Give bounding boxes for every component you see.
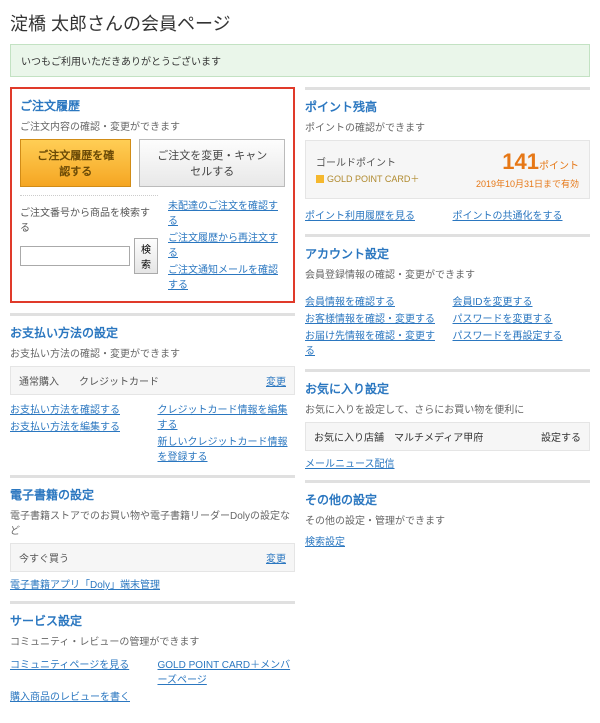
order-link-notify-mail[interactable]: ご注文通知メールを確認する — [168, 265, 278, 291]
confirm-order-button[interactable]: ご注文履歴を確認する — [20, 139, 131, 187]
welcome-notice: いつもご利用いただきありがとうございます — [10, 44, 590, 77]
order-link-reorder[interactable]: ご注文履歴から再注文する — [168, 233, 278, 259]
account-section: アカウント設定 会員登録情報の確認・変更ができます 会員情報を確認する お客様情… — [305, 234, 590, 369]
service-title: サービス設定 — [10, 612, 295, 629]
order-number-input[interactable] — [20, 246, 130, 266]
gold-point-label: ゴールドポイント — [316, 154, 419, 169]
ebook-change-link[interactable]: 変更 — [266, 550, 286, 565]
account-link-pw-reset[interactable]: パスワードを再設定する — [453, 331, 563, 342]
ebook-title: 電子書籍の設定 — [10, 486, 295, 503]
service-section: サービス設定 コミュニティ・レビューの管理ができます コミュニティページを見る … — [10, 601, 295, 713]
order-history-sub: ご注文内容の確認・変更ができます — [20, 118, 285, 133]
page-title: 淀橋 太郎さんの会員ページ — [10, 10, 590, 36]
payment-link-cc-new[interactable]: 新しいクレジットカード情報を登録する — [158, 437, 288, 463]
order-history-highlight: ご注文履歴 ご注文内容の確認・変更ができます ご注文履歴を確認する ご注文を変更… — [10, 87, 295, 303]
other-search-setting-link[interactable]: 検索設定 — [305, 537, 345, 548]
payment-link-edit[interactable]: お支払い方法を編集する — [10, 422, 120, 433]
order-search-button[interactable]: 検索 — [134, 238, 158, 274]
payment-title: お支払い方法の設定 — [10, 324, 295, 341]
account-link-customer[interactable]: お客様情報を確認・変更する — [305, 314, 435, 325]
point-balance-box: ゴールドポイント GOLD POINT CARD＋ 141ポイント 2019年1… — [305, 140, 590, 199]
other-sub: その他の設定・管理ができます — [305, 512, 590, 527]
point-sub: ポイントの確認ができます — [305, 119, 590, 134]
account-link-member[interactable]: 会員情報を確認する — [305, 297, 395, 308]
point-unit: ポイント — [539, 161, 579, 172]
order-history-title: ご注文履歴 — [20, 97, 285, 114]
favorite-title: お気に入り設定 — [305, 380, 590, 397]
order-link-undelivered[interactable]: 未配達のご注文を確認する — [168, 201, 278, 227]
favorite-mailnews-link[interactable]: メールニュース配信 — [305, 459, 395, 470]
change-cancel-order-button[interactable]: ご注文を変更・キャンセルする — [139, 139, 285, 187]
account-sub: 会員登録情報の確認・変更ができます — [305, 266, 590, 281]
favorite-store-box: お気に入り店舗 マルチメディア甲府 設定する — [305, 422, 590, 451]
service-link-community[interactable]: コミュニティページを見る — [10, 660, 129, 671]
favorite-set-link[interactable]: 設定する — [541, 429, 581, 444]
point-section: ポイント残高 ポイントの確認ができます ゴールドポイント GOLD POINT … — [305, 87, 590, 234]
account-link-pw[interactable]: パスワードを変更する — [453, 314, 553, 325]
payment-current-box: 通常購入 クレジットカード 変更 — [10, 366, 295, 395]
ebook-sub: 電子書籍ストアでのお買い物や電子書籍リーダーDolyの設定など — [10, 507, 295, 537]
ebook-section: 電子書籍の設定 電子書籍ストアでのお買い物や電子書籍リーダーDolyの設定など … — [10, 475, 295, 601]
service-link-gpc[interactable]: GOLD POINT CARD＋メンバーズページ — [158, 660, 291, 686]
service-link-review[interactable]: 購入商品のレビューを書く — [10, 692, 130, 703]
payment-sub: お支払い方法の確認・変更ができます — [10, 345, 295, 360]
point-expiry: 2019年10月31日まで有効 — [476, 177, 579, 190]
point-title: ポイント残高 — [305, 98, 590, 115]
account-title: アカウント設定 — [305, 245, 590, 262]
payment-link-confirm[interactable]: お支払い方法を確認する — [10, 405, 120, 416]
favorite-sub: お気に入りを設定して、さらにお買い物を便利に — [305, 401, 590, 416]
account-link-address[interactable]: お届け先情報を確認・変更する — [305, 331, 435, 357]
point-link-share[interactable]: ポイントの共通化をする — [453, 211, 563, 222]
gold-card-label: GOLD POINT CARD＋ — [316, 172, 419, 185]
ebook-doly-link[interactable]: 電子書籍アプリ「Doly」端末管理 — [10, 580, 160, 591]
payment-change-link[interactable]: 変更 — [266, 373, 286, 388]
other-section: その他の設定 その他の設定・管理ができます 検索設定 — [305, 480, 590, 558]
payment-section: お支払い方法の設定 お支払い方法の確認・変更ができます 通常購入 クレジットカー… — [10, 313, 295, 475]
gold-card-icon — [316, 175, 324, 183]
payment-link-cc-edit[interactable]: クレジットカード情報を編集する — [158, 405, 288, 431]
favorite-section: お気に入り設定 お気に入りを設定して、さらにお買い物を便利に お気に入り店舗 マ… — [305, 369, 590, 480]
point-link-history[interactable]: ポイント利用履歴を見る — [305, 211, 415, 222]
order-history-section: ご注文履歴 ご注文内容の確認・変更ができます ご注文履歴を確認する ご注文を変更… — [20, 97, 285, 293]
account-link-id[interactable]: 会員IDを変更する — [453, 297, 533, 308]
point-value: 141 — [502, 149, 539, 174]
service-sub: コミュニティ・レビューの管理ができます — [10, 633, 295, 648]
order-search-label: ご注文番号から商品を検索する — [20, 204, 158, 234]
ebook-current-box: 今すぐ買う 変更 — [10, 543, 295, 572]
other-title: その他の設定 — [305, 491, 590, 508]
